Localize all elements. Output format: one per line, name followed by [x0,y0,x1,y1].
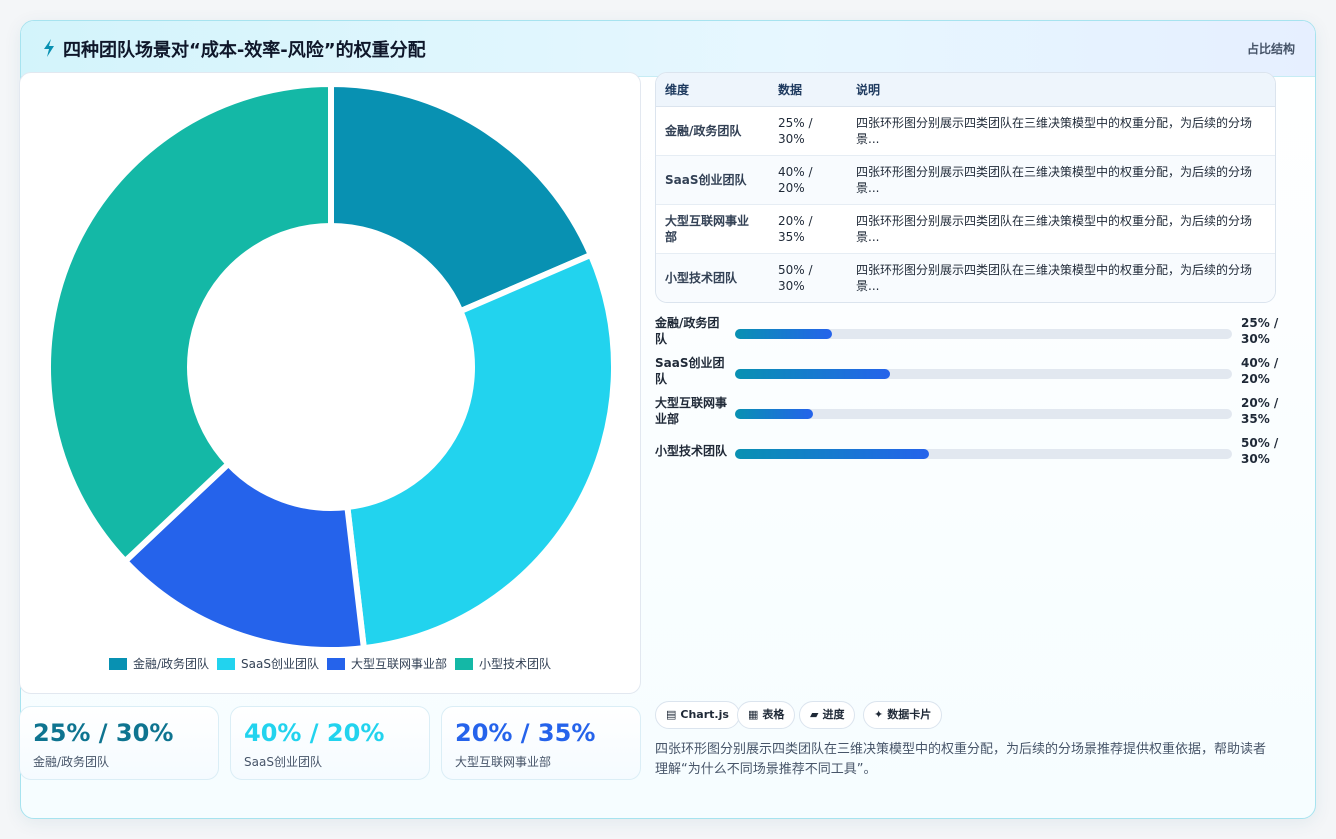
cell-description: 四张环形图分别展示四类团队在三维决策模型中的权重分配，为后续的分场景... [847,155,1275,205]
stat-card: 25% / 30% 金融/政务团队 [19,706,219,780]
progress-row: 大型互联网事业部 20% / 35% [655,395,1278,429]
legend-label: 大型互联网事业部 [350,657,447,671]
table-row: SaaS创业团队 40% / 20% 四张环形图分别展示四类团队在三维决策模型中的权… [656,155,1275,205]
progress-fill [735,329,832,339]
legend-item[interactable]: 大型互联网事业部 [326,655,447,672]
progress-icon: ▰ [810,708,819,721]
donut-chart [45,80,617,653]
progress-row: 金融/政务团队 25% / 30% [655,315,1278,349]
table-header-dimension: 维度 [656,73,769,107]
progress-value: 25% / 30% [1241,316,1279,346]
progress-fill [735,449,929,459]
progress-value: 20% / 35% [1241,396,1279,426]
table-header-data: 数据 [769,73,847,107]
legend-label: 金融/政务团队 [132,657,210,671]
progress-label: 金融/政务团队 [655,316,720,346]
progress-row: 小型技术团队 50% / 30% [655,435,1278,469]
cell-data: 25% / 30% [769,106,847,156]
cell-description: 四张环形图分别展示四类团队在三维决策模型中的权重分配，为后续的分场景... [847,106,1275,156]
stat-label: 金融/政务团队 [33,755,110,769]
card-header: 四种团队场景对“成本-效率-风险”的权重分配 占比结构 [21,21,1315,77]
table-header-row: 维度 数据 说明 [656,73,1275,107]
cell-data: 40% / 20% [769,155,847,205]
progress-fill [735,369,891,379]
legend-swatch [217,658,236,670]
cell-dimension: SaaS创业团队 [656,155,769,205]
table-header-description: 说明 [847,73,1275,107]
table-row: 大型互联网事业部 20% / 35% 四张环形图分别展示四类团队在三维决策模型中的权… [656,204,1275,254]
cell-dimension: 金融/政务团队 [656,106,769,156]
progress-fill [735,409,813,419]
stat-label: SaaS创业团队 [244,755,322,769]
section-tag: 占比结构 [1246,42,1295,56]
cell-description: 四张环形图分别展示四类团队在三维决策模型中的权重分配，为后续的分场景... [847,204,1275,254]
chip-label: 表格 [762,708,785,721]
sparkle-icon: ✦ [874,708,884,721]
stat-label: 大型互联网事业部 [455,755,552,769]
chip-chart[interactable]: ▤ Chart.js [655,701,740,729]
table-row: 金融/政务团队 25% / 30% 四张环形图分别展示四类团队在三维决策模型中的权重… [656,106,1275,156]
legend-swatch [455,658,473,670]
progress-label: SaaS创业团队 [655,356,725,386]
chip-progress[interactable]: ▰ 进度 [799,701,856,729]
cell-data: 50% / 30% [769,253,847,302]
table-icon: ▦ [748,708,759,721]
donut-slice-1[interactable] [344,250,617,652]
chip-sparkle[interactable]: ✦ 数据卡片 [863,701,943,729]
progress-row: SaaS创业团队 40% / 20% [655,355,1278,389]
progress-track [735,409,1232,419]
table-row: 小型技术团队 50% / 30% 四张环形图分别展示四类团队在三维决策模型中的权重分… [656,253,1275,302]
legend-item[interactable]: SaaS创业团队 [217,655,319,672]
progress-track [735,369,1232,379]
stat-value: 20% / 35% [455,719,596,747]
chip-label: 数据卡片 [887,708,932,721]
page-title: 四种团队场景对“成本-效率-风险”的权重分配 [63,40,426,61]
progress-value: 50% / 30% [1241,436,1279,466]
stat-card: 20% / 35% 大型互联网事业部 [441,706,641,780]
legend-label: 小型技术团队 [479,657,552,671]
chart-legend: 金融/政务团队 SaaS创业团队 大型互联网事业部 小型技术团队 [20,655,640,672]
progress-track [735,329,1232,339]
progress-label: 大型互联网事业部 [655,396,728,426]
stat-card: 40% / 20% SaaS创业团队 [230,706,430,780]
chart-icon: ▤ [666,708,677,721]
cell-dimension: 大型互联网事业部 [656,204,769,254]
cell-description: 四张环形图分别展示四类团队在三维决策模型中的权重分配，为后续的分场景... [847,253,1275,302]
lightning-icon [44,39,54,57]
stat-value: 40% / 20% [244,719,385,747]
progress-label: 小型技术团队 [655,444,728,458]
chip-label: 进度 [822,708,845,721]
legend-item[interactable]: 金融/政务团队 [108,655,210,672]
chart-note: 四张环形图分别展示四类团队在三维决策模型中的权重分配，为后续的分场景推荐提供权重… [655,742,1267,777]
data-table: 维度 数据 说明 金融/政务团队 25% / 30% 四张环形图分别展示四类团队在三… [655,72,1276,303]
cell-dimension: 小型技术团队 [656,253,769,302]
stat-value: 25% / 30% [33,719,174,747]
donut-chart-panel: 金融/政务团队 SaaS创业团队 大型互联网事业部 小型技术团队 [19,72,641,694]
chip-label: Chart.js [680,708,729,721]
legend-label: SaaS创业团队 [241,657,319,671]
legend-item[interactable]: 小型技术团队 [455,655,551,672]
cell-data: 20% / 35% [769,204,847,254]
donut-slice-3[interactable] [45,80,334,566]
legend-swatch [108,658,127,670]
progress-value: 40% / 20% [1241,356,1279,386]
chip-table[interactable]: ▦ 表格 [737,701,796,729]
progress-track [735,449,1232,459]
legend-swatch [326,658,345,670]
